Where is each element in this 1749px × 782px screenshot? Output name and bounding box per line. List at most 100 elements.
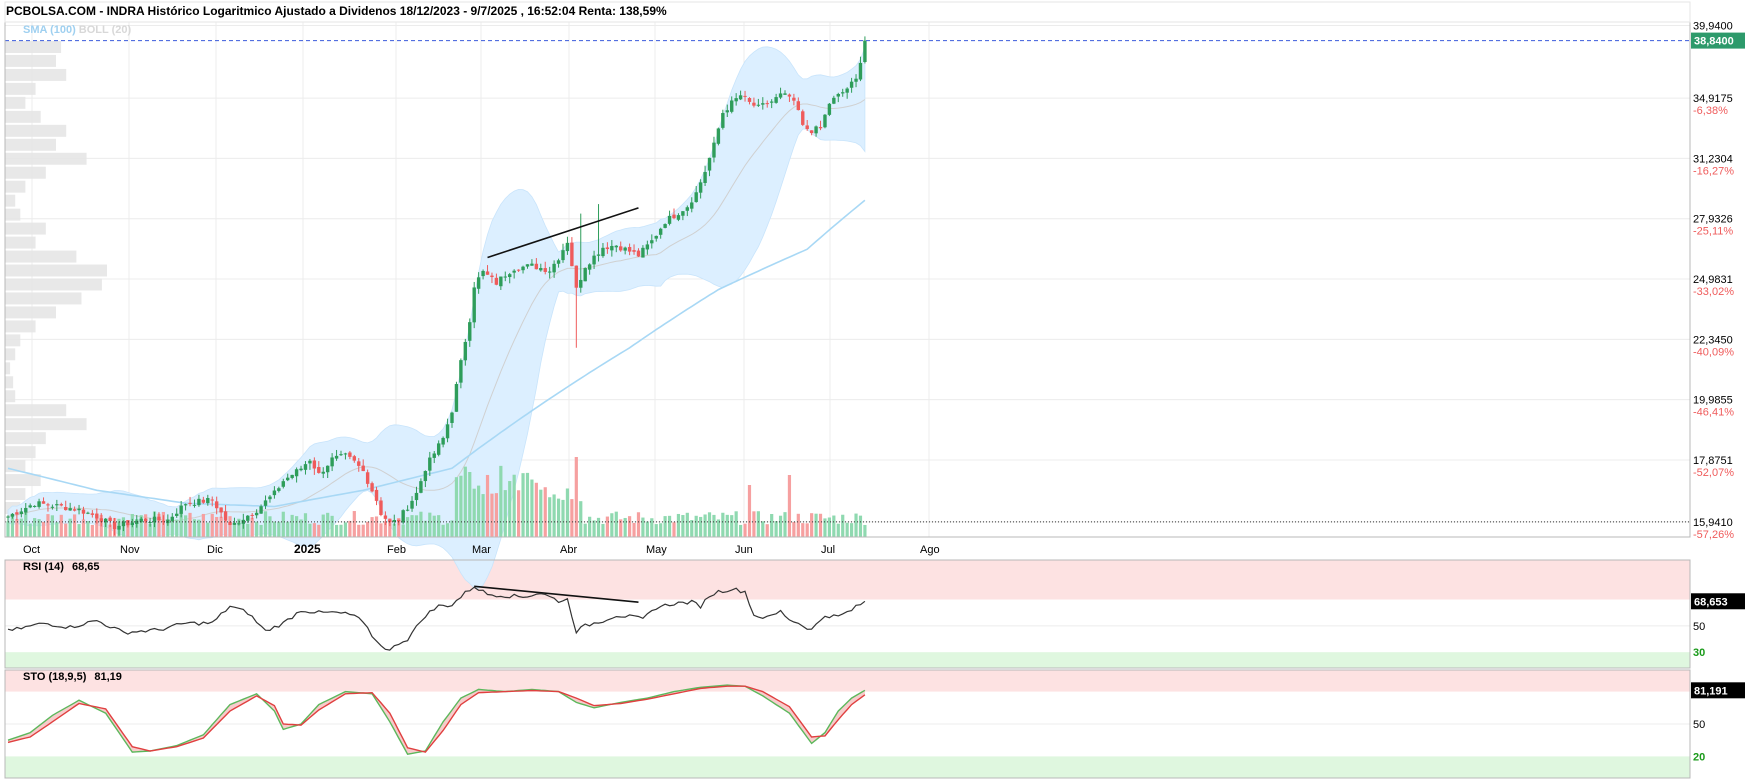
volume-bar [592, 520, 596, 537]
volume-bar [667, 515, 672, 537]
candle-body [259, 506, 263, 514]
candle-body [485, 271, 490, 275]
candle-body [543, 268, 547, 272]
volume-bar [636, 512, 641, 537]
candle-body [769, 101, 774, 103]
volume-bar [454, 477, 459, 537]
volume-bar [596, 517, 601, 537]
volume-bar [210, 513, 214, 537]
pct-tick-label: -57,26% [1693, 529, 1734, 541]
candle-body [796, 101, 801, 111]
volume-bar [86, 521, 90, 537]
volume-bar [170, 520, 174, 537]
volume-bar [272, 521, 276, 537]
x-tick-label: Dic [207, 544, 223, 556]
candle-body [539, 268, 543, 271]
candle-body [459, 360, 463, 383]
volume-bar [144, 514, 148, 537]
volume-profile-bar [5, 348, 16, 361]
candle-body [792, 97, 796, 101]
volume-bar [410, 515, 414, 537]
volume-bar [428, 512, 432, 537]
volume-bar [801, 523, 805, 537]
rsi-badge-value: 68,653 [1694, 596, 1728, 608]
volume-bar [330, 515, 334, 537]
volume-bar [255, 521, 259, 537]
volume-profile-bar [5, 152, 87, 165]
volume-bar [579, 501, 583, 537]
volume-bar [277, 521, 281, 537]
candle-body [365, 472, 370, 484]
candle-body [41, 501, 46, 504]
volume-profile-bar [5, 180, 26, 193]
volume-bar [676, 513, 681, 537]
volume-bar [50, 515, 54, 537]
x-tick-label: Ago [920, 544, 940, 556]
candle-body [468, 322, 472, 341]
candle-body [441, 437, 445, 445]
volume-bar [499, 465, 503, 537]
candle-body [681, 211, 685, 216]
candle-body [827, 103, 832, 115]
candle-body [55, 504, 59, 506]
candle-body [24, 507, 28, 513]
candle-body [290, 474, 294, 478]
candle-body [503, 276, 507, 278]
sto-oversold-zone [5, 756, 1690, 778]
candle-body [863, 40, 867, 63]
last-price-value: 38,8400 [1694, 36, 1734, 48]
volume-bar [6, 521, 10, 537]
sto-lines [7, 684, 866, 755]
candle-body [19, 511, 24, 515]
candle-body [343, 453, 348, 455]
candle-body [277, 488, 281, 491]
rsi-level-label: 30 [1693, 647, 1705, 659]
x-tick-label: May [646, 544, 667, 556]
y-tick-label: 27,9326 [1693, 214, 1733, 226]
volume-profile-bar [5, 334, 21, 347]
candle-body [246, 515, 250, 521]
volume-profile-bar [5, 222, 46, 235]
candle-body [46, 504, 50, 506]
volume-bar [317, 524, 321, 537]
candle-body [499, 276, 503, 287]
volume-bar [836, 523, 840, 537]
volume-bar [712, 514, 716, 537]
candle-body [312, 460, 317, 469]
volume-bar [37, 519, 41, 537]
volume-bar [463, 466, 467, 537]
candle-body [32, 505, 37, 507]
candle-body [725, 110, 729, 113]
volume-bar [188, 512, 192, 537]
pct-tick-label: -46,41% [1693, 407, 1734, 419]
pct-tick-label: -33,02% [1693, 286, 1734, 298]
candle-body [334, 455, 339, 459]
chart-title: PCBOLSA.COM - INDRA Histórico Logaritmic… [6, 4, 667, 18]
candle-body [210, 499, 214, 501]
candle-body [405, 509, 410, 511]
volume-bar [574, 457, 578, 537]
y-tick-label: 15,9410 [1693, 517, 1733, 529]
candle-body [374, 489, 379, 501]
candle-body [676, 215, 681, 220]
candle-body [583, 268, 587, 282]
candle-body [561, 250, 565, 261]
pct-tick-label: -52,07% [1693, 467, 1734, 479]
volume-bar [352, 511, 356, 537]
candle-body [463, 341, 468, 361]
volume-bar [770, 513, 774, 537]
candle-body [108, 517, 112, 522]
candle-body [756, 104, 761, 106]
candle-body [534, 263, 539, 270]
volume-bar [281, 511, 285, 537]
volume-profile-bar [5, 264, 107, 277]
volume-profile-bar [5, 376, 14, 389]
volume-bar [765, 524, 769, 537]
candle-body [783, 93, 787, 95]
volume-bar [699, 516, 703, 537]
candle-body [348, 452, 352, 457]
volume-bar [614, 511, 618, 537]
pct-tick-label: -16,27% [1693, 165, 1734, 177]
volume-bar [534, 482, 538, 537]
volume-bar [286, 521, 290, 537]
